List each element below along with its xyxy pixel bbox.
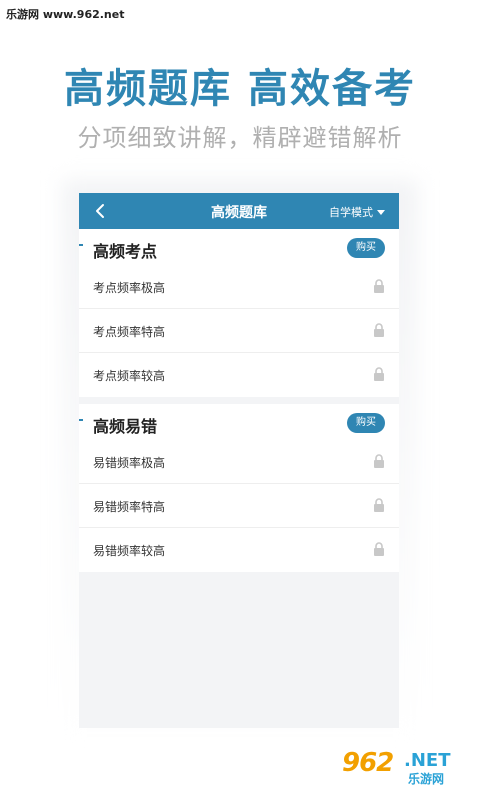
section-marker: [79, 244, 83, 246]
phone-screen: 高频题库 自学模式 高频考点 购买 考点频率极高 考点频率特高 考点频率较高 高…: [79, 193, 399, 728]
list-item-label: 考点频率特高: [93, 325, 166, 339]
watermark-number: 962: [342, 748, 394, 778]
list-item-label: 考点频率极高: [93, 281, 166, 295]
section-header: 高频考点 购买: [79, 229, 399, 265]
lock-icon: [374, 454, 384, 468]
subline: 分项细致讲解，精辟避错解析: [77, 124, 403, 152]
buy-button[interactable]: 购买: [347, 238, 385, 258]
mode-label: 自学模式: [329, 206, 373, 219]
list-item[interactable]: 考点频率较高: [79, 353, 399, 397]
watermark-cn: 乐游网: [408, 772, 445, 786]
list-item[interactable]: 易错频率特高: [79, 484, 399, 528]
lock-icon: [374, 323, 384, 337]
watermark-net: .NET: [404, 750, 451, 771]
watermark-top: 乐游网 www.962.net: [6, 8, 125, 21]
list-item[interactable]: 考点频率极高: [79, 265, 399, 309]
lock-icon: [374, 542, 384, 556]
section-high-frequency-errors: 高频易错 购买 易错频率极高 易错频率特高 易错频率较高: [79, 404, 399, 572]
list-item[interactable]: 易错频率极高: [79, 440, 399, 484]
list-item-label: 考点频率较高: [93, 369, 166, 383]
section-title: 高频考点: [93, 242, 158, 261]
lock-icon: [374, 498, 384, 512]
section-header: 高频易错 购买: [79, 404, 399, 440]
lock-icon: [374, 279, 384, 293]
caret-down-icon: [377, 209, 385, 215]
mode-dropdown[interactable]: 自学模式: [329, 204, 385, 220]
section-high-frequency-points: 高频考点 购买 考点频率极高 考点频率特高 考点频率较高: [79, 229, 399, 397]
watermark-logo: 962 .NET 乐游网: [342, 748, 472, 788]
list-item[interactable]: 易错频率较高: [79, 528, 399, 572]
app-bar: 高频题库 自学模式: [79, 193, 399, 229]
buy-button[interactable]: 购买: [347, 413, 385, 433]
list-item-label: 易错频率极高: [93, 456, 166, 470]
list-item-label: 易错频率较高: [93, 544, 166, 558]
section-marker: [79, 419, 83, 421]
lock-icon: [374, 367, 384, 381]
list-item[interactable]: 考点频率特高: [79, 309, 399, 353]
section-title: 高频易错: [93, 417, 158, 436]
list-item-label: 易错频率特高: [93, 500, 166, 514]
headline: 高频题库 高效备考: [64, 66, 416, 112]
